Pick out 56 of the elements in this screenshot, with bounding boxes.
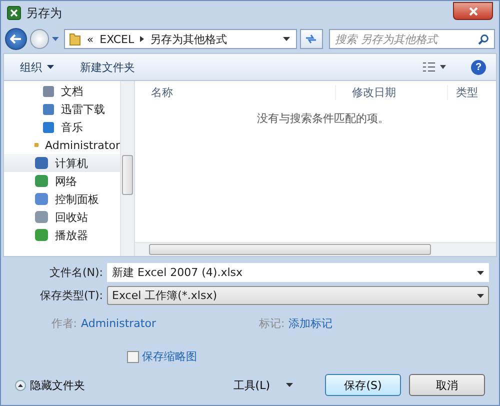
folder-icon bbox=[68, 32, 81, 46]
field-label: 标记: bbox=[259, 316, 286, 330]
sidebar-item[interactable]: 迅雷下载 bbox=[4, 100, 120, 118]
help-button[interactable]: ? bbox=[471, 60, 486, 74]
breadcrumb-item[interactable]: « bbox=[86, 32, 94, 46]
caret-icon bbox=[286, 383, 293, 388]
vertical-scrollbar[interactable] bbox=[120, 81, 134, 256]
sidebar-item[interactable]: 文档 bbox=[4, 82, 120, 100]
dialog-button[interactable]: 保存(S) bbox=[325, 374, 401, 396]
address-bar[interactable]: « EXCEL 另存为其他格式 bbox=[64, 29, 296, 49]
breadcrumb-item[interactable]: 另存为其他格式 bbox=[150, 32, 228, 46]
search-field[interactable]: 搜索 另存为其他格式 bbox=[328, 29, 495, 49]
collapse-icon bbox=[15, 380, 26, 390]
back-button[interactable] bbox=[5, 28, 27, 50]
file-type-dropdown[interactable]: Excel 工作簿(*.xlsx) bbox=[107, 286, 489, 305]
column-header[interactable]: 类型 bbox=[447, 84, 478, 100]
search-icon bbox=[478, 34, 489, 44]
chevron-icon bbox=[140, 36, 144, 42]
sidebar-item[interactable]: 计算机 bbox=[4, 154, 120, 172]
dropdown-icon bbox=[477, 294, 484, 298]
field-label: 文件名(N): bbox=[48, 265, 104, 280]
toolbar-button[interactable]: 新建文件夹 bbox=[74, 58, 141, 76]
caret-icon bbox=[47, 65, 54, 70]
sidebar-item[interactable]: 播放器 bbox=[4, 226, 120, 244]
sidebar-item[interactable]: 网络 bbox=[4, 172, 120, 190]
window-title: 另存为 bbox=[26, 4, 62, 22]
sidebar-item[interactable]: 控制面板 bbox=[4, 190, 120, 208]
refresh-button[interactable] bbox=[300, 29, 323, 49]
sidebar-item[interactable]: Administrator bbox=[4, 136, 120, 154]
close-icon bbox=[468, 6, 478, 16]
spreadsheet-icon bbox=[7, 6, 21, 20]
breadcrumb-item[interactable]: EXCEL bbox=[100, 32, 134, 46]
sidebar-item[interactable]: 回收站 bbox=[4, 208, 120, 226]
sidebar-item[interactable]: 音乐 bbox=[4, 118, 120, 136]
field-label: 作者: bbox=[50, 316, 78, 330]
horizontal-scrollbar[interactable] bbox=[135, 242, 496, 256]
view-options-icon[interactable] bbox=[423, 62, 447, 72]
toolbar-button[interactable]: 组织 bbox=[14, 58, 60, 76]
author-link[interactable]: Administrator bbox=[81, 316, 156, 330]
caret-icon[interactable] bbox=[52, 36, 59, 42]
file-name-field[interactable]: 新建 Excel 2007 (4).xlsx bbox=[107, 263, 489, 282]
checkbox-label[interactable]: 保存缩略图 bbox=[142, 349, 197, 364]
tools-button[interactable]: 工具(L) bbox=[227, 376, 299, 394]
dropdown-icon[interactable] bbox=[477, 270, 484, 274]
checkbox[interactable] bbox=[127, 350, 139, 362]
refresh-icon bbox=[305, 34, 318, 44]
column-header[interactable]: 名称 bbox=[135, 84, 335, 100]
field-label: 保存类型(T): bbox=[38, 288, 104, 303]
dialog-button[interactable]: 取消 bbox=[409, 374, 485, 396]
tags-link[interactable]: 添加标记 bbox=[288, 316, 333, 330]
close-button[interactable] bbox=[453, 2, 493, 20]
empty-message: 没有与搜索条件匹配的项。 bbox=[256, 111, 390, 126]
column-header[interactable]: 修改日期 bbox=[335, 84, 447, 100]
hide-folders-button[interactable]: 隐藏文件夹 bbox=[15, 378, 85, 392]
back-arrow-icon bbox=[10, 34, 22, 44]
dropdown-icon[interactable] bbox=[282, 37, 290, 41]
